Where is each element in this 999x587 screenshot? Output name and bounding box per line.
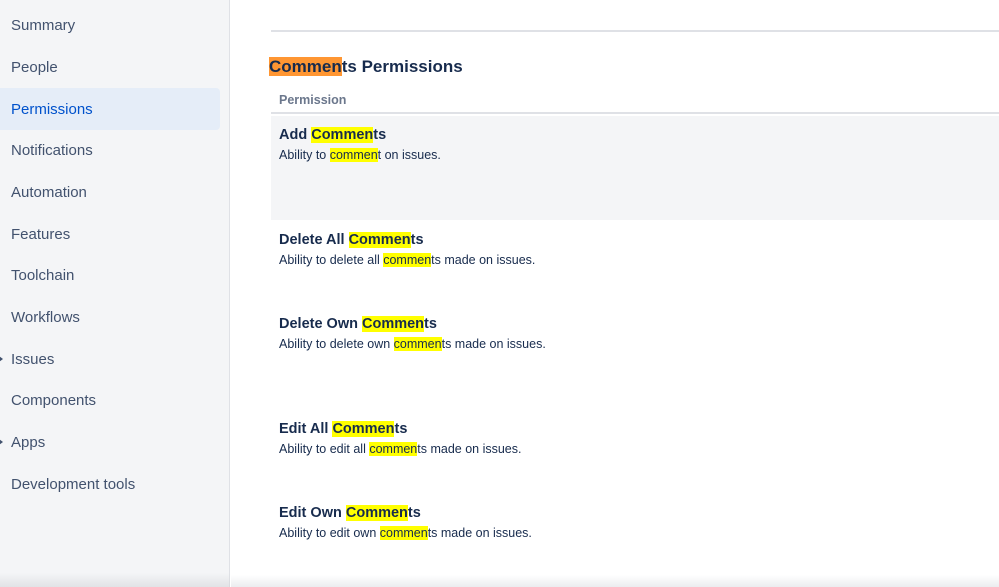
sidebar-item-label: Features (11, 225, 71, 243)
permission-description: Ability to comment on issues. (279, 148, 441, 162)
text-fragment: ts (407, 505, 421, 521)
text-fragment: Ability to delete own (279, 337, 394, 351)
scroll-shadow (231, 575, 999, 587)
sidebar-item-label: Notifications (11, 141, 93, 159)
text-fragment: Ability to delete all (279, 253, 384, 267)
search-match: Commen (362, 316, 425, 332)
text-fragment: ts made on issues. (417, 442, 522, 456)
permission-description: Ability to delete own comments made on i… (279, 337, 546, 351)
search-match: commen (383, 253, 432, 267)
search-match-current: Commen (269, 57, 342, 76)
text-fragment: ts (410, 232, 424, 248)
text-fragment: Delete Own (279, 316, 362, 332)
permission-description: Ability to edit all comments made on iss… (279, 442, 521, 456)
sidebar-item-development-tools[interactable]: Development tools (0, 463, 220, 505)
search-match: Commen (348, 232, 411, 248)
text-fragment: Delete All (279, 232, 349, 248)
permission-row-delete-all-comments[interactable]: Delete All Comments Ability to delete al… (271, 221, 999, 305)
sidebar-item-label: Issues (11, 350, 55, 368)
sidebar-item-label: Components (11, 391, 97, 409)
sidebar-item-label: Apps (11, 433, 46, 451)
search-match: Commen (311, 127, 374, 143)
search-match: Commen (345, 505, 408, 521)
table-header: Permission (271, 87, 999, 114)
sidebar-item-summary[interactable]: Summary (0, 4, 220, 46)
text-fragment: Ability to (279, 148, 330, 162)
sidebar-item-workflows[interactable]: Workflows (0, 296, 220, 338)
text-fragment: t on issues. (377, 148, 441, 162)
text-fragment: Edit All (279, 421, 333, 437)
project-settings-app: Summary People Permissions Notifications… (0, 0, 999, 587)
permission-row-edit-all-comments[interactable]: Edit All Comments Ability to edit all co… (271, 410, 999, 494)
text-fragment: ts (424, 316, 437, 332)
search-match: commen (393, 337, 442, 351)
permission-description: Ability to edit own comments made on iss… (279, 526, 532, 540)
sidebar-item-apps[interactable]: Apps (0, 421, 220, 463)
text-fragment: Edit Own (279, 505, 346, 521)
permission-row-delete-own-comments[interactable]: Delete Own Comments Ability to delete ow… (271, 305, 999, 410)
permission-row-edit-own-comments[interactable]: Edit Own Comments Ability to edit own co… (271, 494, 999, 574)
sidebar-item-components[interactable]: Components (0, 379, 220, 421)
search-match: commen (379, 526, 428, 540)
sidebar-item-features[interactable]: Features (0, 213, 220, 255)
section-title-text: ts Permissions (341, 57, 463, 76)
sidebar-item-label: People (11, 58, 58, 76)
sidebar-item-label: Automation (11, 183, 87, 201)
search-match: commen (369, 442, 418, 456)
column-header-permission: Permission (279, 93, 347, 107)
sidebar-item-automation[interactable]: Automation (0, 171, 220, 213)
text-fragment: Ability to edit all (279, 442, 370, 456)
permissions-content: Comments Permissions Permission Add Comm… (231, 0, 999, 587)
sidebar-item-toolchain[interactable]: Toolchain (0, 254, 220, 296)
permission-name: Edit Own Comments (279, 505, 421, 521)
text-fragment: Add (279, 127, 312, 143)
text-fragment: ts made on issues. (431, 253, 536, 267)
permission-name: Delete All Comments (279, 232, 424, 248)
text-fragment: ts made on issues. (427, 526, 532, 540)
text-fragment: Ability to edit own (279, 526, 380, 540)
search-match: Commen (332, 421, 395, 437)
sidebar-item-label: Development tools (11, 475, 136, 493)
search-match: commen (329, 148, 378, 162)
text-fragment: ts made on issues. (441, 337, 546, 351)
caret-right-icon[interactable] (0, 356, 3, 362)
scroll-shadow (0, 573, 230, 587)
sidebar-item-label: Workflows (11, 308, 80, 326)
section-title: Comments Permissions (269, 57, 463, 77)
sidebar-item-issues[interactable]: Issues (0, 338, 220, 380)
caret-right-icon[interactable] (0, 439, 3, 445)
sidebar-item-permissions[interactable]: Permissions (0, 88, 220, 130)
section-divider (271, 30, 999, 32)
settings-sidebar: Summary People Permissions Notifications… (0, 0, 230, 587)
permission-name: Add Comments (279, 127, 386, 143)
sidebar-item-label: Permissions (11, 100, 93, 118)
sidebar-item-people[interactable]: People (0, 46, 220, 88)
text-fragment: ts (394, 421, 408, 437)
permission-row-add-comments[interactable]: Add Comments Ability to comment on issue… (271, 116, 999, 220)
permission-name: Edit All Comments (279, 421, 407, 437)
text-fragment: ts (373, 127, 387, 143)
sidebar-item-notifications[interactable]: Notifications (0, 129, 220, 171)
permission-description: Ability to delete all comments made on i… (279, 253, 535, 267)
sidebar-item-label: Summary (11, 16, 76, 34)
sidebar-item-label: Toolchain (11, 266, 75, 284)
permission-name: Delete Own Comments (279, 316, 437, 332)
